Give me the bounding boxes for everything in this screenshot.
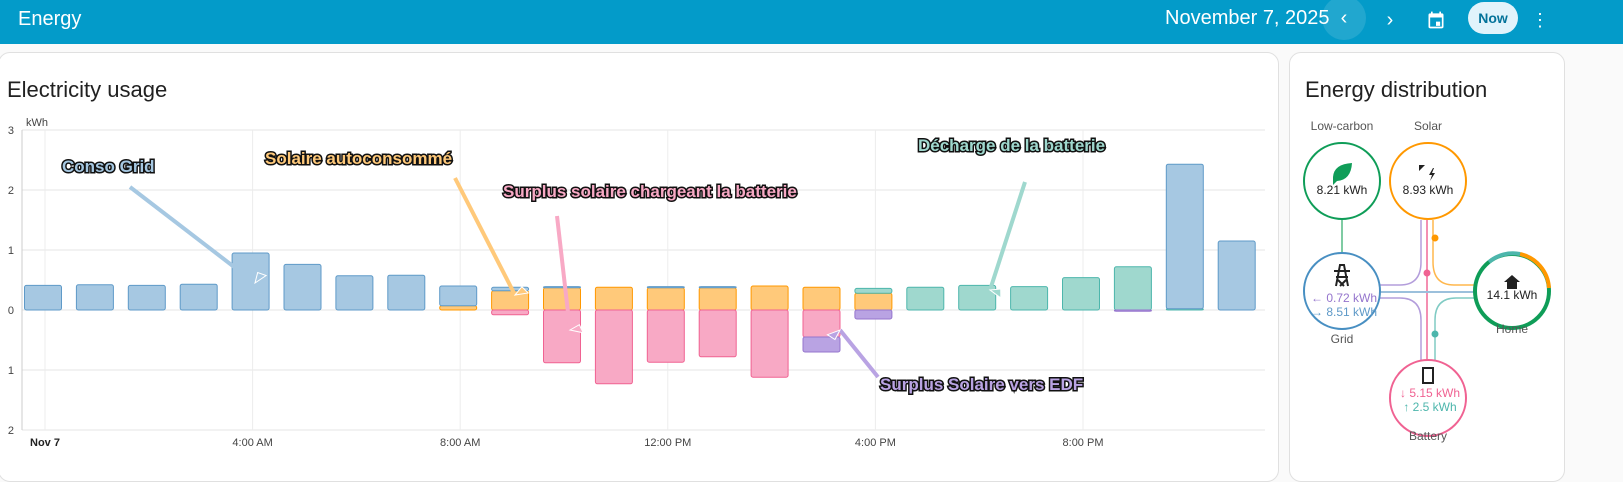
grid-label: Grid xyxy=(1331,332,1354,346)
low-carbon-node[interactable] xyxy=(1303,142,1381,220)
energy-flow-diagram: Low-carbon 8.21 kWh Solar 8.93 kWh ← 0.7… xyxy=(1303,119,1551,443)
flow-solar-grid xyxy=(1380,220,1422,286)
battery-in-value: ↓ 5.15 kWh xyxy=(1400,386,1460,400)
flow-solar-home xyxy=(1432,220,1474,286)
low-carbon-label: Low-carbon xyxy=(1311,119,1374,133)
low-carbon-value: 8.21 kWh xyxy=(1317,183,1368,197)
grid-consumption-value: → 8.51 kWh xyxy=(1311,305,1377,319)
home-value: 14.1 kWh xyxy=(1487,288,1538,302)
flow-battery-grid xyxy=(1380,297,1422,360)
solar-value: 8.93 kWh xyxy=(1403,183,1454,197)
home-label: Home xyxy=(1496,322,1528,336)
battery-out-value: ↑ 2.5 kWh xyxy=(1403,400,1456,414)
solar-node[interactable] xyxy=(1389,142,1467,220)
flow-battery-home xyxy=(1434,297,1474,360)
grid-return-value: ← 0.72 kWh xyxy=(1311,291,1377,305)
solar-label: Solar xyxy=(1414,119,1442,133)
battery-label: Battery xyxy=(1409,429,1447,443)
